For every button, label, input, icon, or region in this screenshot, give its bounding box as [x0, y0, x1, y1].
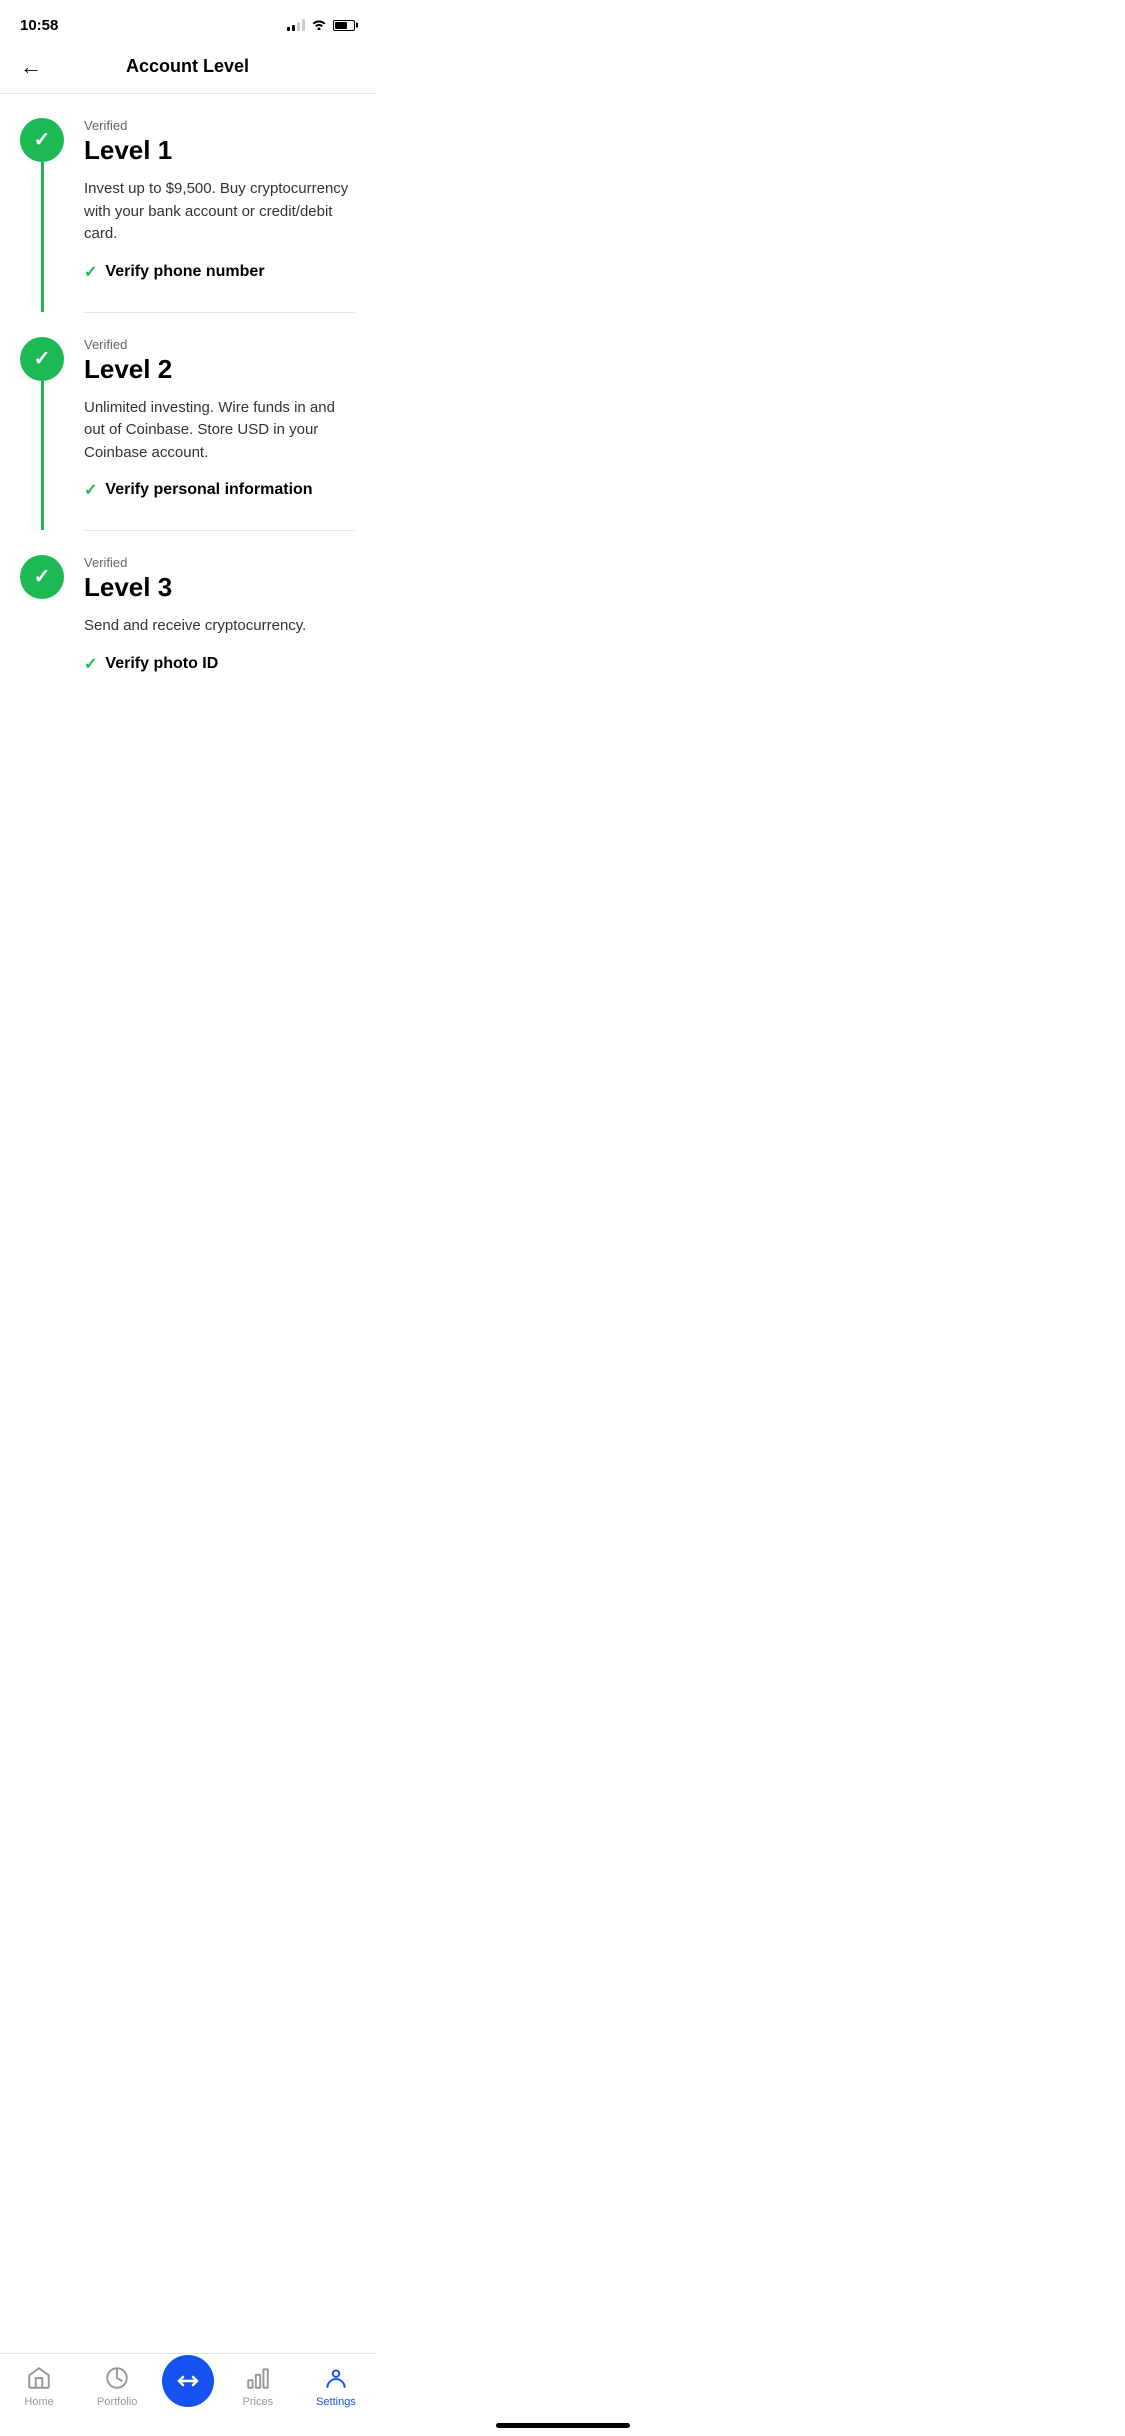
level-3-description: Send and receive cryptocurrency.	[84, 615, 355, 638]
level-3-right: Verified Level 3 Send and receive crypto…	[84, 555, 355, 684]
level-2-left: ✓	[20, 337, 64, 531]
status-time: 10:58	[20, 17, 58, 34]
portfolio-icon	[103, 2364, 131, 2392]
tab-portfolio-label: Portfolio	[97, 2396, 137, 2408]
level-2-verify: ✓ Verify personal information	[84, 480, 355, 500]
level-1-verify-label: Verify phone number	[105, 263, 264, 281]
settings-icon	[322, 2364, 350, 2392]
battery-icon	[333, 20, 355, 31]
level-3-check-icon: ✓	[34, 567, 51, 587]
level-divider-2	[84, 530, 355, 531]
level-3-circle: ✓	[20, 555, 64, 599]
tab-prices-label: Prices	[243, 2396, 274, 2408]
level-1-check-icon: ✓	[34, 130, 51, 150]
level-2-line	[41, 381, 44, 531]
levels-container: ✓ Verified Level 1 Invest up to $9,500. …	[0, 94, 375, 714]
tab-portfolio[interactable]: Portfolio	[78, 2364, 156, 2408]
level-2-circle: ✓	[20, 337, 64, 381]
home-indicator	[496, 2423, 630, 2428]
level-1-right: Verified Level 1 Invest up to $9,500. Bu…	[84, 118, 355, 312]
trade-button[interactable]	[162, 2355, 214, 2407]
level-3-verify-check-icon: ✓	[84, 654, 97, 674]
level-1-line	[41, 162, 44, 312]
status-icons	[287, 18, 355, 33]
tab-settings[interactable]: Settings	[297, 2364, 375, 2408]
page-title: Account Level	[126, 56, 249, 77]
level-2-status: Verified	[84, 337, 355, 352]
level-2-description: Unlimited investing. Wire funds in and o…	[84, 397, 355, 465]
level-3-status: Verified	[84, 555, 355, 570]
nav-header: ← Account Level	[0, 44, 375, 94]
tab-trade[interactable]	[156, 2365, 219, 2407]
back-button[interactable]: ←	[20, 56, 42, 78]
level-2-item: ✓ Verified Level 2 Unlimited investing. …	[20, 337, 355, 531]
status-bar: 10:58	[0, 0, 375, 44]
level-1-description: Invest up to $9,500. Buy cryptocurrency …	[84, 178, 355, 246]
tab-bar: Home Portfolio Prices	[0, 2353, 375, 2436]
tab-home-label: Home	[24, 2396, 53, 2408]
level-1-status: Verified	[84, 118, 355, 133]
level-2-right: Verified Level 2 Unlimited investing. Wi…	[84, 337, 355, 531]
level-1-verify-check-icon: ✓	[84, 262, 97, 282]
level-1-left: ✓	[20, 118, 64, 312]
level-2-title: Level 2	[84, 354, 355, 385]
level-1-circle: ✓	[20, 118, 64, 162]
level-divider-1	[84, 312, 355, 313]
tab-prices[interactable]: Prices	[219, 2364, 297, 2408]
tab-settings-label: Settings	[316, 2396, 356, 2408]
level-3-verify-label: Verify photo ID	[105, 655, 218, 673]
level-3-item: ✓ Verified Level 3 Send and receive cryp…	[20, 555, 355, 684]
wifi-icon	[311, 18, 327, 33]
level-2-verify-check-icon: ✓	[84, 480, 97, 500]
level-1-item: ✓ Verified Level 1 Invest up to $9,500. …	[20, 118, 355, 312]
level-2-check-icon: ✓	[34, 349, 51, 369]
main-content: ✓ Verified Level 1 Invest up to $9,500. …	[0, 94, 375, 714]
home-icon	[25, 2364, 53, 2392]
signal-bars-icon	[287, 19, 305, 31]
prices-icon	[244, 2364, 272, 2392]
level-1-verify: ✓ Verify phone number	[84, 262, 355, 282]
level-1-title: Level 1	[84, 135, 355, 166]
tab-home[interactable]: Home	[0, 2364, 78, 2408]
level-3-verify: ✓ Verify photo ID	[84, 654, 355, 674]
level-3-left: ✓	[20, 555, 64, 684]
level-3-title: Level 3	[84, 572, 355, 603]
level-2-verify-label: Verify personal information	[105, 481, 312, 499]
